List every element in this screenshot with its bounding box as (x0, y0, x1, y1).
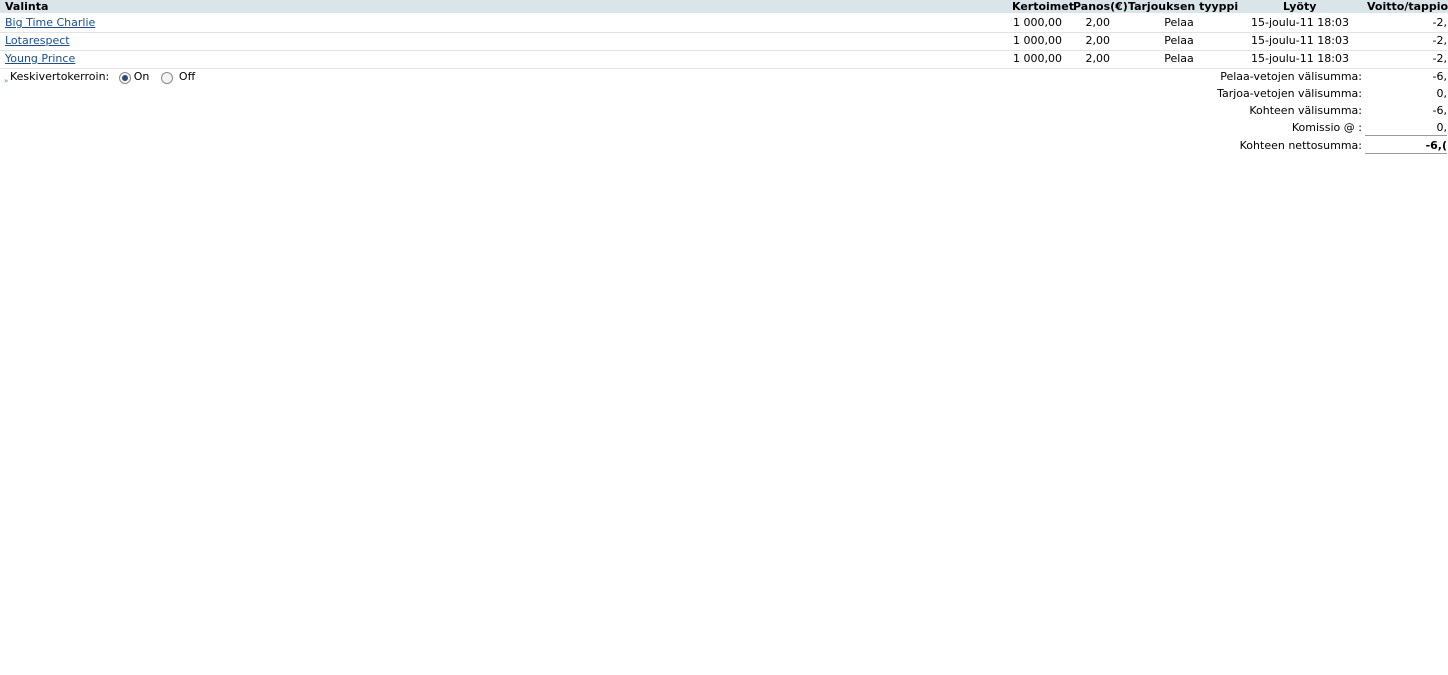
selection-cell: Lotarespect (5, 32, 70, 50)
placed-cell: 15-joulu-11 18:03 (1251, 52, 1349, 65)
commission-value: 0, (1365, 121, 1447, 136)
lay-subtotal-value: 0, (1436, 87, 1448, 100)
bet-history-panel: Valinta Kertoimet Panos(€) Tarjouksen ty… (0, 0, 1448, 675)
table-row: Young Prince 1 000,00 2,00 Pelaa 15-joul… (0, 50, 1448, 69)
table-header: Valinta Kertoimet Panos(€) Tarjouksen ty… (0, 0, 1448, 13)
average-odds-on-radio[interactable] (118, 72, 131, 84)
help-icon[interactable]: » (4, 74, 10, 85)
odds-cell: 1 000,00 (1013, 34, 1062, 47)
lay-subtotal-label: Tarjoa-vetojen välisumma: (1217, 87, 1362, 100)
bet-type-cell: Pelaa (1164, 52, 1194, 65)
header-stake[interactable]: Panos(€) (1073, 0, 1128, 13)
header-placed[interactable]: Lyöty (1283, 0, 1316, 13)
average-odds-on-label[interactable]: On (134, 70, 150, 83)
back-subtotal-label: Pelaa-vetojen välisumma: (1220, 70, 1362, 83)
market-net-label: Kohteen nettosumma: (1239, 139, 1362, 152)
header-bet-type[interactable]: Tarjouksen tyyppi (1128, 0, 1238, 13)
placed-cell: 15-joulu-11 18:03 (1251, 34, 1349, 47)
market-subtotal-label: Kohteen välisumma: (1249, 104, 1362, 117)
profit-loss-cell: -2, (1432, 16, 1447, 29)
selection-link[interactable]: Young Prince (5, 52, 75, 65)
selection-link[interactable]: Big Time Charlie (5, 16, 95, 29)
bet-type-cell: Pelaa (1164, 34, 1194, 47)
selection-cell: Big Time Charlie (5, 14, 95, 32)
stake-cell: 2,00 (1085, 52, 1111, 65)
table-row: Big Time Charlie 1 000,00 2,00 Pelaa 15-… (0, 14, 1448, 33)
profit-loss-cell: -2, (1432, 34, 1447, 47)
header-profit-loss[interactable]: Voitto/tappio( (1367, 0, 1448, 13)
selection-cell: Young Prince (5, 50, 75, 68)
average-odds-off-label[interactable]: Off (179, 70, 195, 83)
average-odds-label: Keskivertokerroin: (10, 70, 110, 83)
placed-cell: 15-joulu-11 18:03 (1251, 16, 1349, 29)
bet-type-cell: Pelaa (1164, 16, 1194, 29)
profit-loss-cell: -2, (1432, 52, 1447, 65)
odds-cell: 1 000,00 (1013, 52, 1062, 65)
commission-label: Komissio @ : (1291, 121, 1362, 134)
stake-cell: 2,00 (1085, 34, 1111, 47)
stake-cell: 2,00 (1085, 16, 1111, 29)
back-subtotal-value: -6, (1432, 70, 1447, 83)
market-subtotal-value: -6, (1432, 104, 1447, 117)
header-selection[interactable]: Valinta (5, 0, 48, 13)
header-odds[interactable]: Kertoimet (1012, 0, 1074, 13)
selection-link[interactable]: Lotarespect (5, 34, 70, 47)
table-row: Lotarespect 1 000,00 2,00 Pelaa 15-joulu… (0, 32, 1448, 51)
average-odds-off-radio[interactable] (160, 72, 173, 84)
market-net-value: -6,( (1365, 139, 1447, 154)
odds-cell: 1 000,00 (1013, 16, 1062, 29)
average-odds-toggle: » Keskivertokerroin: On Off (4, 70, 195, 88)
